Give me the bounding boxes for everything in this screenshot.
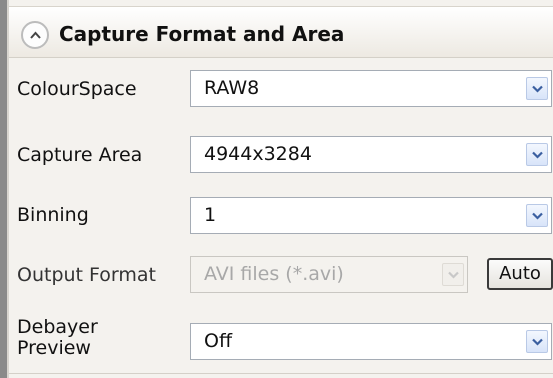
panel-bottom-border bbox=[9, 373, 553, 374]
output-format-dropdown-button[interactable] bbox=[442, 263, 464, 286]
panel-left-border bbox=[0, 0, 7, 378]
chevron-down-icon bbox=[532, 85, 543, 93]
colourspace-dropdown-button[interactable] bbox=[526, 77, 548, 100]
section-title: Capture Format and Area bbox=[59, 22, 345, 46]
binning-label: Binning bbox=[17, 204, 89, 226]
debayer-preview-label: Debayer Preview bbox=[17, 317, 98, 359]
chevron-down-icon bbox=[532, 338, 543, 346]
collapse-button[interactable] bbox=[21, 21, 49, 49]
debayer-label-line1: Debayer bbox=[17, 316, 98, 338]
chevron-up-icon bbox=[30, 31, 41, 39]
chevron-down-icon bbox=[532, 151, 543, 159]
output-format-label: Output Format bbox=[17, 264, 156, 286]
debayer-preview-select[interactable]: Off bbox=[190, 323, 552, 360]
capture-area-dropdown-button[interactable] bbox=[526, 143, 548, 166]
capture-format-panel: Capture Format and Area ColourSpace RAW8… bbox=[9, 0, 553, 378]
debayer-label-line2: Preview bbox=[17, 337, 91, 359]
auto-button[interactable]: Auto bbox=[487, 258, 553, 290]
chevron-down-icon bbox=[448, 271, 459, 279]
binning-select[interactable]: 1 bbox=[190, 197, 552, 234]
chevron-down-icon bbox=[532, 212, 543, 220]
section-header[interactable]: Capture Format and Area bbox=[9, 6, 553, 58]
binning-value: 1 bbox=[204, 204, 217, 226]
debayer-preview-dropdown-button[interactable] bbox=[526, 330, 548, 353]
colourspace-value: RAW8 bbox=[204, 77, 260, 99]
output-format-value: AVI files (*.avi) bbox=[204, 263, 344, 285]
colourspace-select[interactable]: RAW8 bbox=[190, 70, 552, 107]
binning-dropdown-button[interactable] bbox=[526, 204, 548, 227]
capture-area-value: 4944x3284 bbox=[204, 143, 312, 165]
output-format-select[interactable]: AVI files (*.avi) bbox=[190, 256, 468, 293]
colourspace-label: ColourSpace bbox=[17, 78, 137, 100]
debayer-preview-value: Off bbox=[204, 330, 233, 352]
capture-area-select[interactable]: 4944x3284 bbox=[190, 136, 552, 173]
capture-area-label: Capture Area bbox=[17, 144, 143, 166]
